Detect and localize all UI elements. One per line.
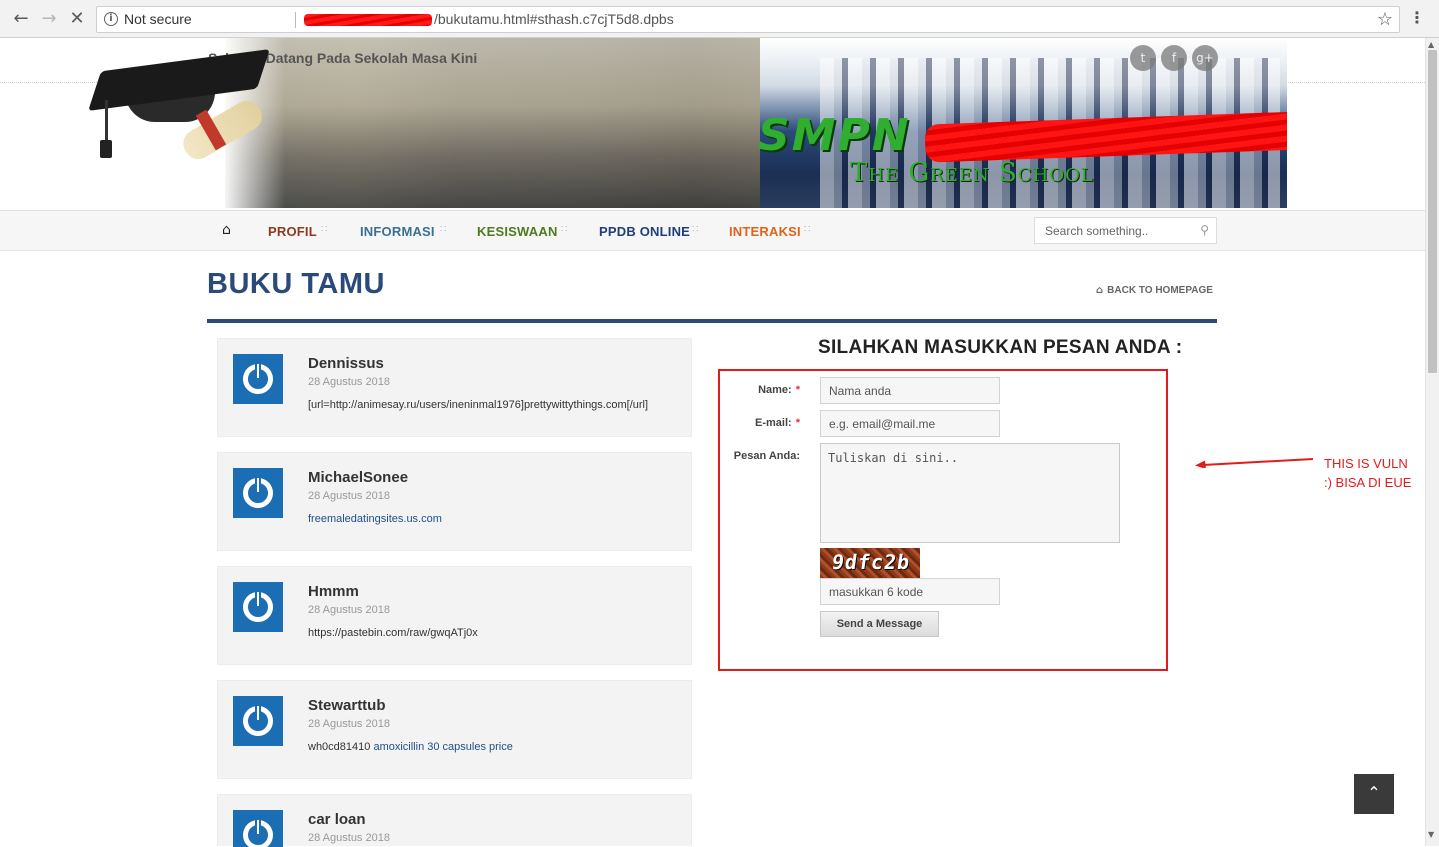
nav-item-ppdb-online[interactable]: PPDB ONLINE [599, 224, 690, 239]
search-icon[interactable]: ⚲ [1200, 223, 1209, 237]
nav-item-kesiswaan[interactable]: KESISWAAN [477, 224, 558, 239]
message-textarea[interactable] [820, 443, 1120, 543]
twitter-icon[interactable]: t [1130, 45, 1156, 71]
info-icon[interactable]: i [104, 12, 118, 26]
back-link-label[interactable]: BACK TO HOMEPAGE [1107, 285, 1213, 296]
required-mark: * [795, 417, 800, 429]
nav-separator: ∷ [440, 224, 447, 235]
avatar-bar [255, 362, 261, 380]
annotation-line-2: :) BISA DI EUE [1324, 475, 1412, 490]
nav-item-interaksi[interactable]: INTERAKSI [729, 224, 801, 239]
browser-toolbar: ← → ✕ i Not secure /bukutamu.html#sthash… [0, 0, 1439, 38]
entry-date: 28 Agustus 2018 [308, 718, 390, 730]
address-divider [295, 12, 296, 28]
avatar-icon [233, 468, 283, 518]
annotation-text: THIS IS VULN :) BISA DI EUE [1324, 454, 1411, 492]
home-small-icon: ⌂ [1096, 285, 1104, 296]
form-title: SILAHKAN MASUKKAN PESAN ANDA : [818, 337, 1183, 358]
name-field[interactable] [820, 377, 1000, 404]
nav-separator: ∷ [804, 224, 811, 235]
avatar-icon [233, 582, 283, 632]
nav-separator: ∷ [692, 224, 699, 235]
required-mark: * [795, 384, 800, 396]
entry-message: wh0cd81410 amoxicillin 30 capsules price [308, 741, 513, 753]
message-label: Pesan Anda: [733, 450, 800, 462]
avatar-bar [255, 476, 261, 494]
arrow-right-icon[interactable]: → [38, 8, 60, 30]
entry-date: 28 Agustus 2018 [308, 832, 390, 844]
school-tagline: The Green School [850, 158, 1094, 188]
google-plus-icon[interactable]: g+ [1192, 45, 1218, 71]
guestbook-entry: car loan 28 Agustus 2018 [217, 794, 692, 847]
entry-date: 28 Agustus 2018 [308, 604, 390, 616]
entry-message-text: [url=http://animesay.ru/users/ineninmal1… [308, 399, 649, 411]
entry-name: MichaelSonee [308, 469, 409, 486]
guestbook-entry: Hmmm 28 Agustus 2018 https://pastebin.co… [217, 566, 692, 665]
send-message-button[interactable]: Send a Message [820, 611, 939, 637]
home-icon[interactable]: ⌂ [222, 222, 231, 238]
avatar-icon [233, 354, 283, 404]
avatar-bar [255, 590, 261, 608]
avatar-icon [233, 810, 283, 847]
nav-separator: ∷ [561, 224, 568, 235]
scroll-up-icon[interactable]: ▲ [1428, 40, 1434, 49]
entry-date: 28 Agustus 2018 [308, 376, 390, 388]
cap-tassel [105, 100, 108, 145]
avatar-bar [255, 818, 261, 836]
nav-separator: ∷ [321, 224, 328, 235]
page-title: BUKU TAMU [207, 268, 385, 300]
address-bar[interactable]: i Not secure /bukutamu.html#sthash.c7cjT… [96, 6, 1400, 33]
school-name: SMPN [758, 110, 911, 161]
entry-date: 28 Agustus 2018 [308, 490, 390, 502]
name-label-text: Name: [758, 384, 792, 396]
close-icon[interactable]: ✕ [66, 8, 88, 30]
more-menu-icon[interactable]: ⋮ [1409, 8, 1425, 27]
email-label: E-mail: * [710, 417, 800, 429]
entry-name: Hmmm [308, 583, 359, 600]
entry-name: Dennissus [308, 355, 384, 372]
annotation-line-1: THIS IS VULN [1324, 456, 1408, 471]
scroll-thumb[interactable] [1428, 50, 1437, 373]
redaction-mark [304, 14, 432, 26]
arrow-left-icon[interactable]: ← [10, 8, 32, 30]
guestbook-entry: Dennissus 28 Agustus 2018 [url=http://an… [217, 338, 692, 437]
back-to-homepage-link[interactable]: ⌂ BACK TO HOMEPAGE [1096, 285, 1213, 296]
entry-name: car loan [308, 811, 366, 828]
entry-message-text: https://pastebin.com/raw/gwqATj0x [308, 627, 478, 639]
security-label: Not secure [124, 11, 192, 27]
entry-message: https://pastebin.com/raw/gwqATj0x [308, 627, 478, 639]
avatar-icon [233, 696, 283, 746]
entry-message-link[interactable]: amoxicillin 30 capsules price [373, 741, 512, 753]
annotation-arrow [1195, 458, 1314, 468]
bookmark-star-icon[interactable]: ☆ [1377, 9, 1393, 30]
url-text[interactable]: /bukutamu.html#sthash.c7cjT5d8.dpbs [434, 11, 674, 27]
search-input[interactable] [1035, 218, 1195, 243]
main-nav: ⌂ PROFIL ∷ INFORMASI ∷ KESISWAAN ∷ PPDB … [0, 210, 1425, 251]
search-box: ⚲ [1034, 217, 1217, 244]
guestbook-entry: Stewarttub 28 Agustus 2018 wh0cd81410 am… [217, 680, 692, 779]
graduation-cap-icon [88, 49, 270, 170]
nav-item-informasi[interactable]: INFORMASI [360, 224, 435, 239]
cap-tassel-end [100, 140, 112, 158]
entry-message-link[interactable]: freemaledatingsites.us.com [308, 513, 442, 525]
email-label-text: E-mail: [755, 417, 792, 429]
email-field[interactable] [820, 410, 1000, 437]
facebook-icon[interactable]: f [1161, 45, 1187, 71]
captcha-text: 9dfc2b [830, 550, 912, 574]
page-scrollbar[interactable]: ▲ ▼ [1425, 38, 1439, 846]
captcha-input[interactable] [820, 578, 1000, 605]
chevron-up-icon[interactable]: ⌃ [1354, 774, 1394, 814]
entry-message: freemaledatingsites.us.com [308, 513, 442, 525]
title-rule [207, 319, 1217, 323]
entry-message-text: wh0cd81410 [308, 741, 374, 753]
captcha-image: 9dfc2b [820, 548, 920, 578]
guestbook-entry: MichaelSonee 28 Agustus 2018 freemaledat… [217, 452, 692, 551]
avatar-bar [255, 704, 261, 722]
name-label: Name: * [710, 384, 800, 396]
nav-item-profil[interactable]: PROFIL [268, 224, 317, 239]
entry-message: [url=http://animesay.ru/users/ineninmal1… [308, 399, 648, 411]
entry-name: Stewarttub [308, 697, 386, 714]
scroll-down-icon[interactable]: ▼ [1428, 830, 1434, 839]
